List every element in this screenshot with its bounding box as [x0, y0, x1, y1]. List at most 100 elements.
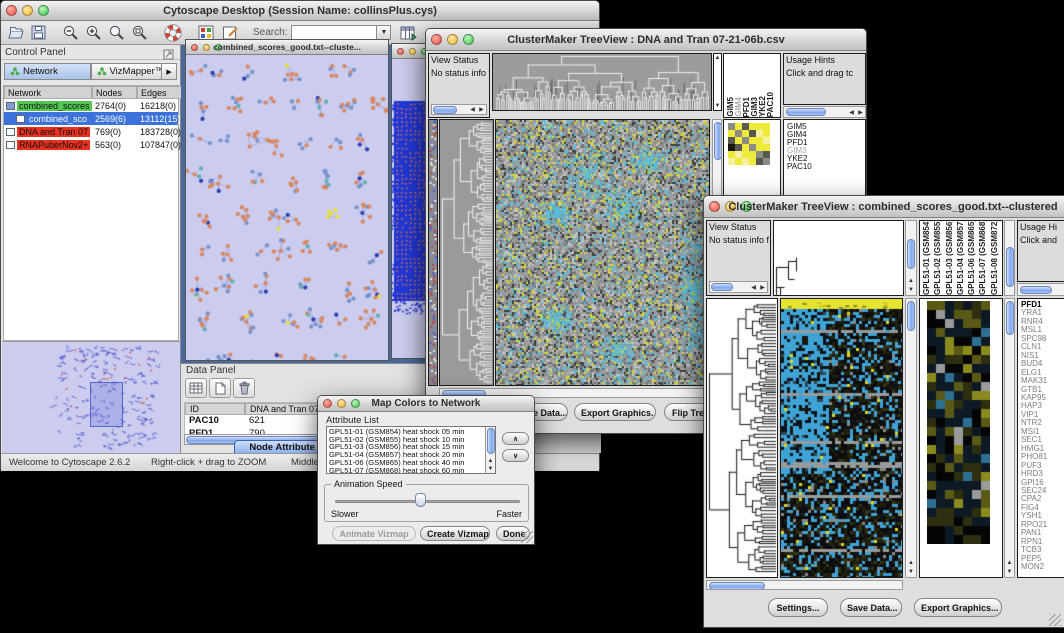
- tv2-global-heatmap[interactable]: [780, 298, 903, 578]
- control-panel-tab[interactable]: Network: [4, 63, 91, 80]
- scroll-left-icon[interactable]: ◀: [468, 106, 477, 114]
- search-input[interactable]: [291, 25, 377, 40]
- tv2-settings-button[interactable]: Settings...: [768, 598, 828, 617]
- network-table-row[interactable]: DNA and Tran 07 769(0) 183728(0): [4, 125, 178, 138]
- tv1-column-dendrogram[interactable]: [492, 53, 712, 111]
- dialog-titlebar[interactable]: Map Colors to Network: [318, 396, 534, 412]
- network-window-1-titlebar[interactable]: combined_scores_good.txt--cluste...: [186, 40, 388, 55]
- network-icon: [6, 141, 15, 149]
- zoom-selected-icon[interactable]: [131, 24, 148, 41]
- gene-label[interactable]: MON2: [1018, 563, 1064, 571]
- column-label[interactable]: PAC10: [767, 92, 775, 117]
- network-overview[interactable]: [2, 341, 180, 453]
- scroll-down-icon[interactable]: ▼: [713, 102, 722, 110]
- create-vizmap-button[interactable]: Create Vizmap: [420, 526, 490, 541]
- scroll-up-icon[interactable]: ▲: [713, 54, 722, 62]
- move-attribute-up-button[interactable]: ∧: [502, 432, 529, 445]
- tv2-gene-dendrogram[interactable]: [706, 298, 778, 578]
- tv2-zoom-view[interactable]: [919, 298, 1003, 578]
- scroll-left-icon[interactable]: ◀: [749, 284, 758, 292]
- scrollbar-thumb[interactable]: [711, 283, 733, 291]
- scroll-up-icon[interactable]: ▲: [486, 457, 495, 465]
- search-dropdown-arrow[interactable]: ▼: [377, 25, 391, 40]
- animate-vizmap-button[interactable]: Animate Vizmap: [332, 526, 416, 541]
- minimize-button[interactable]: [409, 48, 416, 55]
- zoom-in-icon[interactable]: [85, 24, 102, 41]
- scroll-up-icon[interactable]: ▲: [907, 559, 916, 567]
- scrollbar-thumb[interactable]: [786, 108, 826, 116]
- network-table-row[interactable]: combined_scores 2764(0) 16218(0): [4, 99, 178, 112]
- matrix-cell: [728, 123, 735, 130]
- column-label[interactable]: GPL51-07 (GSM868): [979, 220, 990, 295]
- scroll-left-icon[interactable]: ◀: [847, 109, 856, 117]
- scroll-up-icon[interactable]: ▲: [907, 277, 916, 285]
- tv1-export-graphics-button[interactable]: Export Graphics...: [574, 403, 656, 421]
- tv2-export-graphics-button[interactable]: Export Graphics...: [914, 598, 1002, 617]
- move-attribute-down-button[interactable]: ∨: [502, 449, 529, 462]
- tv1-gene-dendrogram[interactable]: [439, 119, 494, 386]
- treeview2-titlebar[interactable]: ClusterMaker TreeView : combined_scores_…: [704, 196, 1064, 218]
- open-file-icon[interactable]: [7, 25, 25, 40]
- scroll-up-icon[interactable]: ▲: [1005, 559, 1014, 567]
- tv1-global-heatmap[interactable]: [495, 119, 710, 386]
- scroll-down-icon[interactable]: ▼: [486, 465, 495, 473]
- scroll-down-icon[interactable]: ▼: [907, 286, 916, 294]
- scroll-right-icon[interactable]: ▶: [856, 109, 865, 117]
- scroll-down-icon[interactable]: ▼: [1005, 568, 1014, 576]
- attribute-list-item[interactable]: GPL51-07 (GSM868) heat shock 60 min: [327, 467, 495, 474]
- view-status-title: View Status: [707, 221, 770, 234]
- column-label[interactable]: GPL51-02 (GSM855): [934, 220, 945, 295]
- zoom-out-icon[interactable]: [62, 24, 79, 41]
- tv2-zoom-vscrollbar[interactable]: ▲ ▼: [1004, 298, 1015, 578]
- scrollbar-thumb[interactable]: [714, 122, 722, 160]
- network-canvas-1[interactable]: [186, 55, 388, 360]
- scrollbar-thumb[interactable]: [1006, 247, 1014, 287]
- tv2-save-data-button[interactable]: Save Data...: [840, 598, 902, 617]
- tv1-status-scrollbar[interactable]: ◀ ▶: [431, 104, 487, 115]
- tv2-status-scrollbar[interactable]: ◀ ▶: [709, 281, 768, 293]
- network-table-row[interactable]: combined_sco 2569(6) 13112(15): [4, 112, 178, 125]
- column-label[interactable]: GPL51-08 (GSM872): [991, 220, 1002, 295]
- main-titlebar[interactable]: Cytoscape Desktop (Session Name: collins…: [1, 1, 599, 21]
- tv2-heatmap-vscrollbar[interactable]: ▲ ▼: [905, 298, 917, 578]
- scrollbar-thumb[interactable]: [1006, 301, 1014, 335]
- treeview1-titlebar[interactable]: ClusterMaker TreeView : DNA and Tran 07-…: [426, 29, 866, 51]
- new-attribute-icon[interactable]: [209, 378, 231, 398]
- help-lifesaver-icon[interactable]: [164, 24, 182, 42]
- resize-grip[interactable]: [521, 531, 533, 543]
- attribute-list-scrollbar[interactable]: ▲ ▼: [485, 427, 495, 473]
- scrollbar-thumb[interactable]: [709, 582, 765, 590]
- column-label[interactable]: GPL51-03 (GSM856): [946, 220, 957, 295]
- scrollbar-thumb[interactable]: [433, 106, 457, 114]
- scroll-right-icon[interactable]: ▶: [758, 284, 767, 292]
- tv1-column-scroll-strip[interactable]: ▲ ▼: [713, 53, 722, 111]
- scrollbar-thumb[interactable]: [1020, 286, 1052, 294]
- tv1-usage-scrollbar[interactable]: ◀ ▶: [783, 106, 866, 118]
- zoom-fit-icon[interactable]: [108, 24, 125, 41]
- tv2-usage-scrollbar[interactable]: [1017, 283, 1064, 296]
- scroll-right-icon[interactable]: ▶: [477, 106, 486, 114]
- delete-attribute-icon[interactable]: [233, 378, 255, 398]
- overview-selection-rect[interactable]: [90, 382, 123, 427]
- table-mode-icon[interactable]: [185, 378, 207, 398]
- animation-slider-thumb[interactable]: [415, 493, 426, 507]
- tab-overflow-arrow[interactable]: ▶: [161, 63, 177, 80]
- tv1-zoom-matrix[interactable]: [728, 123, 770, 165]
- tv1-global-strip[interactable]: [428, 119, 438, 386]
- scrollbar-thumb[interactable]: [907, 301, 915, 331]
- tv2-labels-vscrollbar[interactable]: [1004, 220, 1015, 296]
- tv2-top-vscrollbar[interactable]: ▲ ▼: [905, 220, 917, 296]
- tv2-column-dendrogram[interactable]: [773, 220, 904, 296]
- tv2-heatmap-hscrollbar[interactable]: [706, 580, 903, 590]
- scrollbar-thumb[interactable]: [487, 428, 495, 454]
- network-table-row[interactable]: RNAPuberNov2+ 563(0) 107847(0): [4, 138, 178, 151]
- scroll-down-icon[interactable]: ▼: [907, 568, 916, 576]
- scrollbar-thumb[interactable]: [907, 239, 915, 269]
- import-table-icon[interactable]: [399, 25, 417, 41]
- animation-slider-track[interactable]: [335, 500, 520, 503]
- save-icon[interactable]: [31, 25, 46, 40]
- resize-grip[interactable]: [1049, 614, 1061, 626]
- gene-label[interactable]: PAC10: [784, 163, 865, 171]
- close-button[interactable]: [397, 48, 404, 55]
- matrix-cell: [742, 158, 749, 165]
